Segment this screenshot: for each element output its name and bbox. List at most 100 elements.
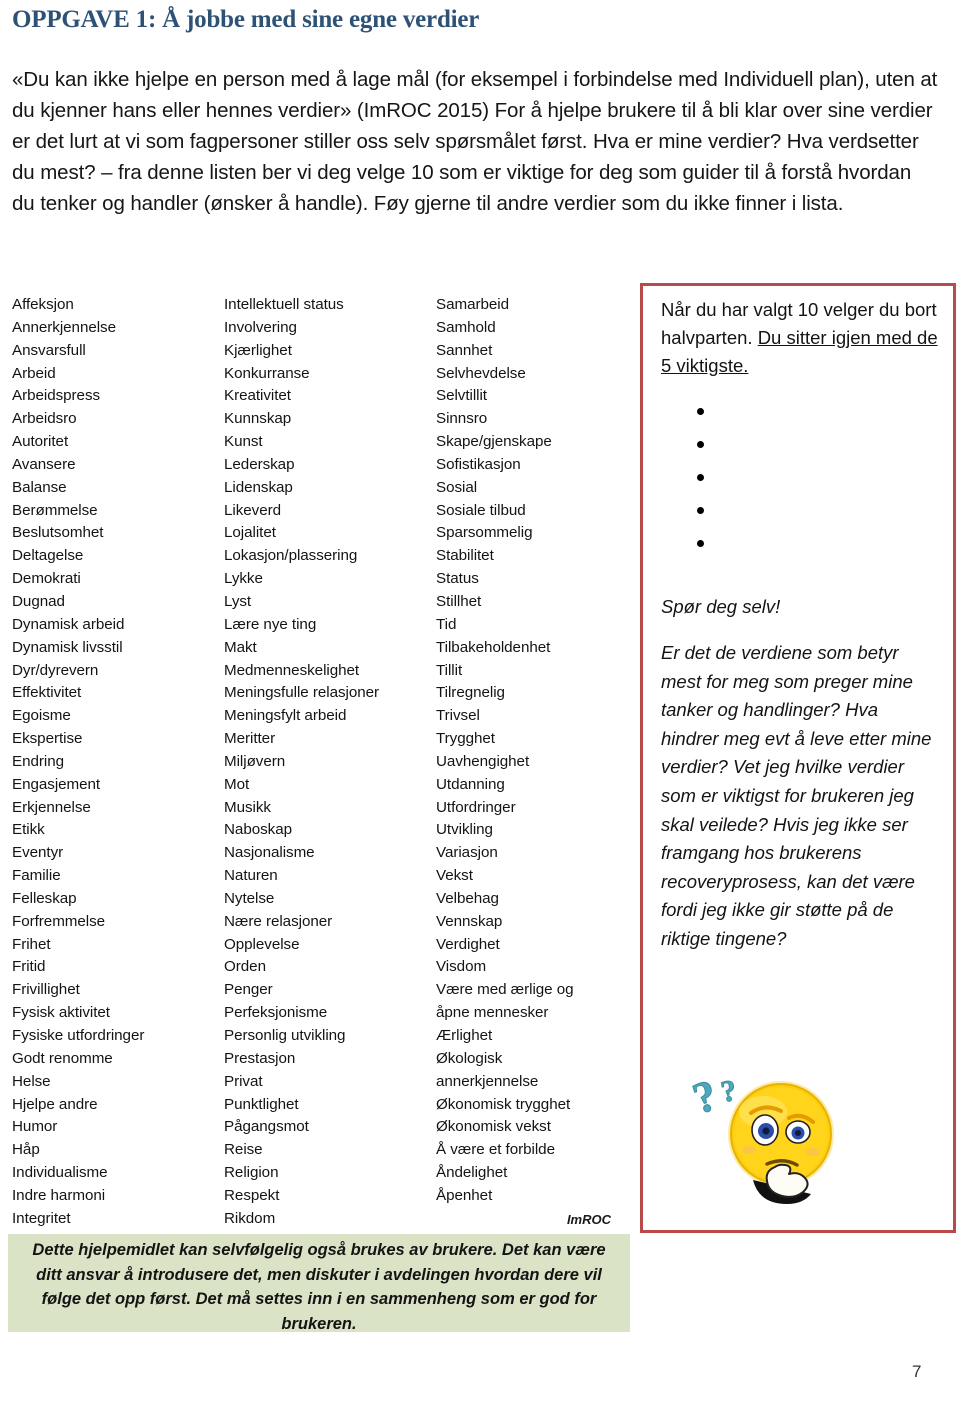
value-item: Trivsel <box>436 707 480 725</box>
value-item: Visdom <box>436 958 487 976</box>
value-item: Etikk <box>12 821 45 839</box>
value-item: Orden <box>224 958 266 976</box>
value-item: Nytelse <box>224 889 275 907</box>
value-item: Sinnsro <box>436 410 488 428</box>
value-item: Lojalitet <box>224 524 276 542</box>
sidebar-bullet-item <box>697 470 939 503</box>
value-item: Uavhengighet <box>436 752 530 770</box>
value-item: Nasjonalisme <box>224 844 315 862</box>
value-item: Meningsfylt arbeid <box>224 707 347 725</box>
sidebar-instruction-box: Når du har valgt 10 velger du bort halvp… <box>640 283 956 1233</box>
sidebar-intro-text: Når du har valgt 10 velger du bort halvp… <box>661 296 939 380</box>
value-item: Naboskap <box>224 821 292 839</box>
value-item: Sannhet <box>436 341 493 359</box>
value-item: Punktlighet <box>224 1095 299 1113</box>
value-item: Dyr/dyrevern <box>12 661 99 679</box>
value-item: Fysiske utfordringer <box>12 1027 145 1044</box>
value-item: Perfeksjonisme <box>224 1004 328 1022</box>
value-item: Forfremmelse <box>12 912 106 930</box>
value-item: Musikk <box>224 798 271 816</box>
value-item: Lyst <box>224 592 252 610</box>
footer-note: Dette hjelpemidlet kan selvfølgelig også… <box>8 1234 630 1333</box>
value-item: Økonomisk vekst <box>436 1118 551 1136</box>
value-item: Ekspertise <box>12 730 83 748</box>
values-column-3: Samarbeid Samhold Sannhet Selvhevdelse Selvt… <box>436 294 636 1208</box>
value-item: Trygghet <box>436 730 495 748</box>
value-item: Ærlighet <box>436 1027 493 1044</box>
value-item: Status <box>436 570 479 588</box>
value-item: Likeverd <box>224 501 282 519</box>
value-item: Involvering <box>224 318 297 336</box>
sidebar-bullet-item <box>697 404 939 437</box>
value-item: Meningsfulle relasjoner <box>224 684 380 702</box>
value-item: Demokrati <box>12 570 81 588</box>
value-item: Lederskap <box>224 455 295 473</box>
value-item: Dynamisk arbeid <box>12 615 125 633</box>
value-item: Autoritet <box>12 433 69 451</box>
value-item: Integritet <box>12 1209 71 1227</box>
value-item: Dugnad <box>12 592 65 610</box>
value-item: Nære relasjoner <box>224 912 333 930</box>
value-item: Privat <box>224 1072 263 1090</box>
value-item: Naturen <box>224 867 278 885</box>
value-item: Lidenskap <box>224 478 293 496</box>
value-item: Pågangsmot <box>224 1118 309 1136</box>
value-item: Fysisk aktivitet <box>12 1004 110 1022</box>
value-item: Økologisk <box>436 1049 503 1067</box>
value-item: Intellektuell status <box>224 296 344 313</box>
value-item: Fritid <box>12 958 46 976</box>
value-item: Samarbeid <box>436 296 509 313</box>
value-item: Utdanning <box>436 775 505 793</box>
page-title: OPPGAVE 1: Å jobbe med sine egne verdier <box>12 6 480 33</box>
value-item: Beslutsomhet <box>12 524 104 542</box>
value-item: Samhold <box>436 318 496 336</box>
value-item: Skape/gjenskape <box>436 433 552 451</box>
value-item: Individualisme <box>12 1164 108 1182</box>
value-item: Arbeid <box>12 364 56 382</box>
value-item: Tid <box>436 615 457 633</box>
value-item: Håp <box>12 1141 40 1159</box>
value-item: Sosiale tilbud <box>436 501 526 519</box>
sidebar-bullet-item <box>697 437 939 470</box>
value-item: Verdighet <box>436 935 500 953</box>
value-item: Kreativitet <box>224 387 291 405</box>
value-item: Ansvarsfull <box>12 341 86 359</box>
sidebar-reflection-questions: Er det de verdiene som betyr mest for me… <box>661 642 932 949</box>
value-item: Frihet <box>12 935 51 953</box>
svg-text:?: ? <box>687 1072 723 1124</box>
value-item: Sparsommelig <box>436 524 533 542</box>
value-item: Hjelpe andre <box>12 1095 98 1113</box>
value-item: annerkjennelse <box>436 1072 539 1090</box>
sidebar-bullet-item <box>697 503 939 536</box>
value-item: Lokasjon/plassering <box>224 547 358 565</box>
value-item: Økonomisk trygghet <box>436 1095 571 1113</box>
value-item: Tilbakeholdenhet <box>436 638 551 656</box>
value-item: Meritter <box>224 730 276 748</box>
value-item: Sofistikasjon <box>436 455 521 473</box>
value-item: Variasjon <box>436 844 498 862</box>
value-item: Opplevelse <box>224 935 300 953</box>
value-item: Frivillighet <box>12 981 80 999</box>
value-item: åpne mennesker <box>436 1004 549 1022</box>
values-column-2: Intellektuell status Involvering Kjærlighe… <box>224 294 429 1231</box>
value-item: Tillit <box>436 661 463 679</box>
value-item: Arbeidsro <box>12 410 77 428</box>
value-item: Å være et forbilde <box>436 1141 555 1159</box>
value-item: Utfordringer <box>436 798 516 816</box>
value-item: Lære nye ting <box>224 615 317 633</box>
value-item: Selvhevdelse <box>436 364 526 382</box>
sidebar-blank-bullet-list <box>661 404 939 569</box>
value-item: Balanse <box>12 478 67 496</box>
value-item: Være med ærlige og <box>436 981 574 999</box>
value-item: Helse <box>12 1072 51 1090</box>
value-item: Kunnskap <box>224 410 292 428</box>
imroc-credit: ImROC <box>566 1212 611 1227</box>
values-list: Affeksjon Annerkjennelse Ansvarsfull Arbeid… <box>0 294 640 1234</box>
value-item: Humor <box>12 1118 58 1136</box>
intro-paragraph: «Du kan ikke hjelpe en person med å lage… <box>12 68 938 215</box>
value-item: Felleskap <box>12 889 77 907</box>
sidebar-ask-heading: Spør deg selv! <box>661 596 781 617</box>
sidebar-bullet-item <box>697 536 939 569</box>
value-item: Religion <box>224 1164 279 1182</box>
value-item: Åpenhet <box>436 1186 493 1204</box>
